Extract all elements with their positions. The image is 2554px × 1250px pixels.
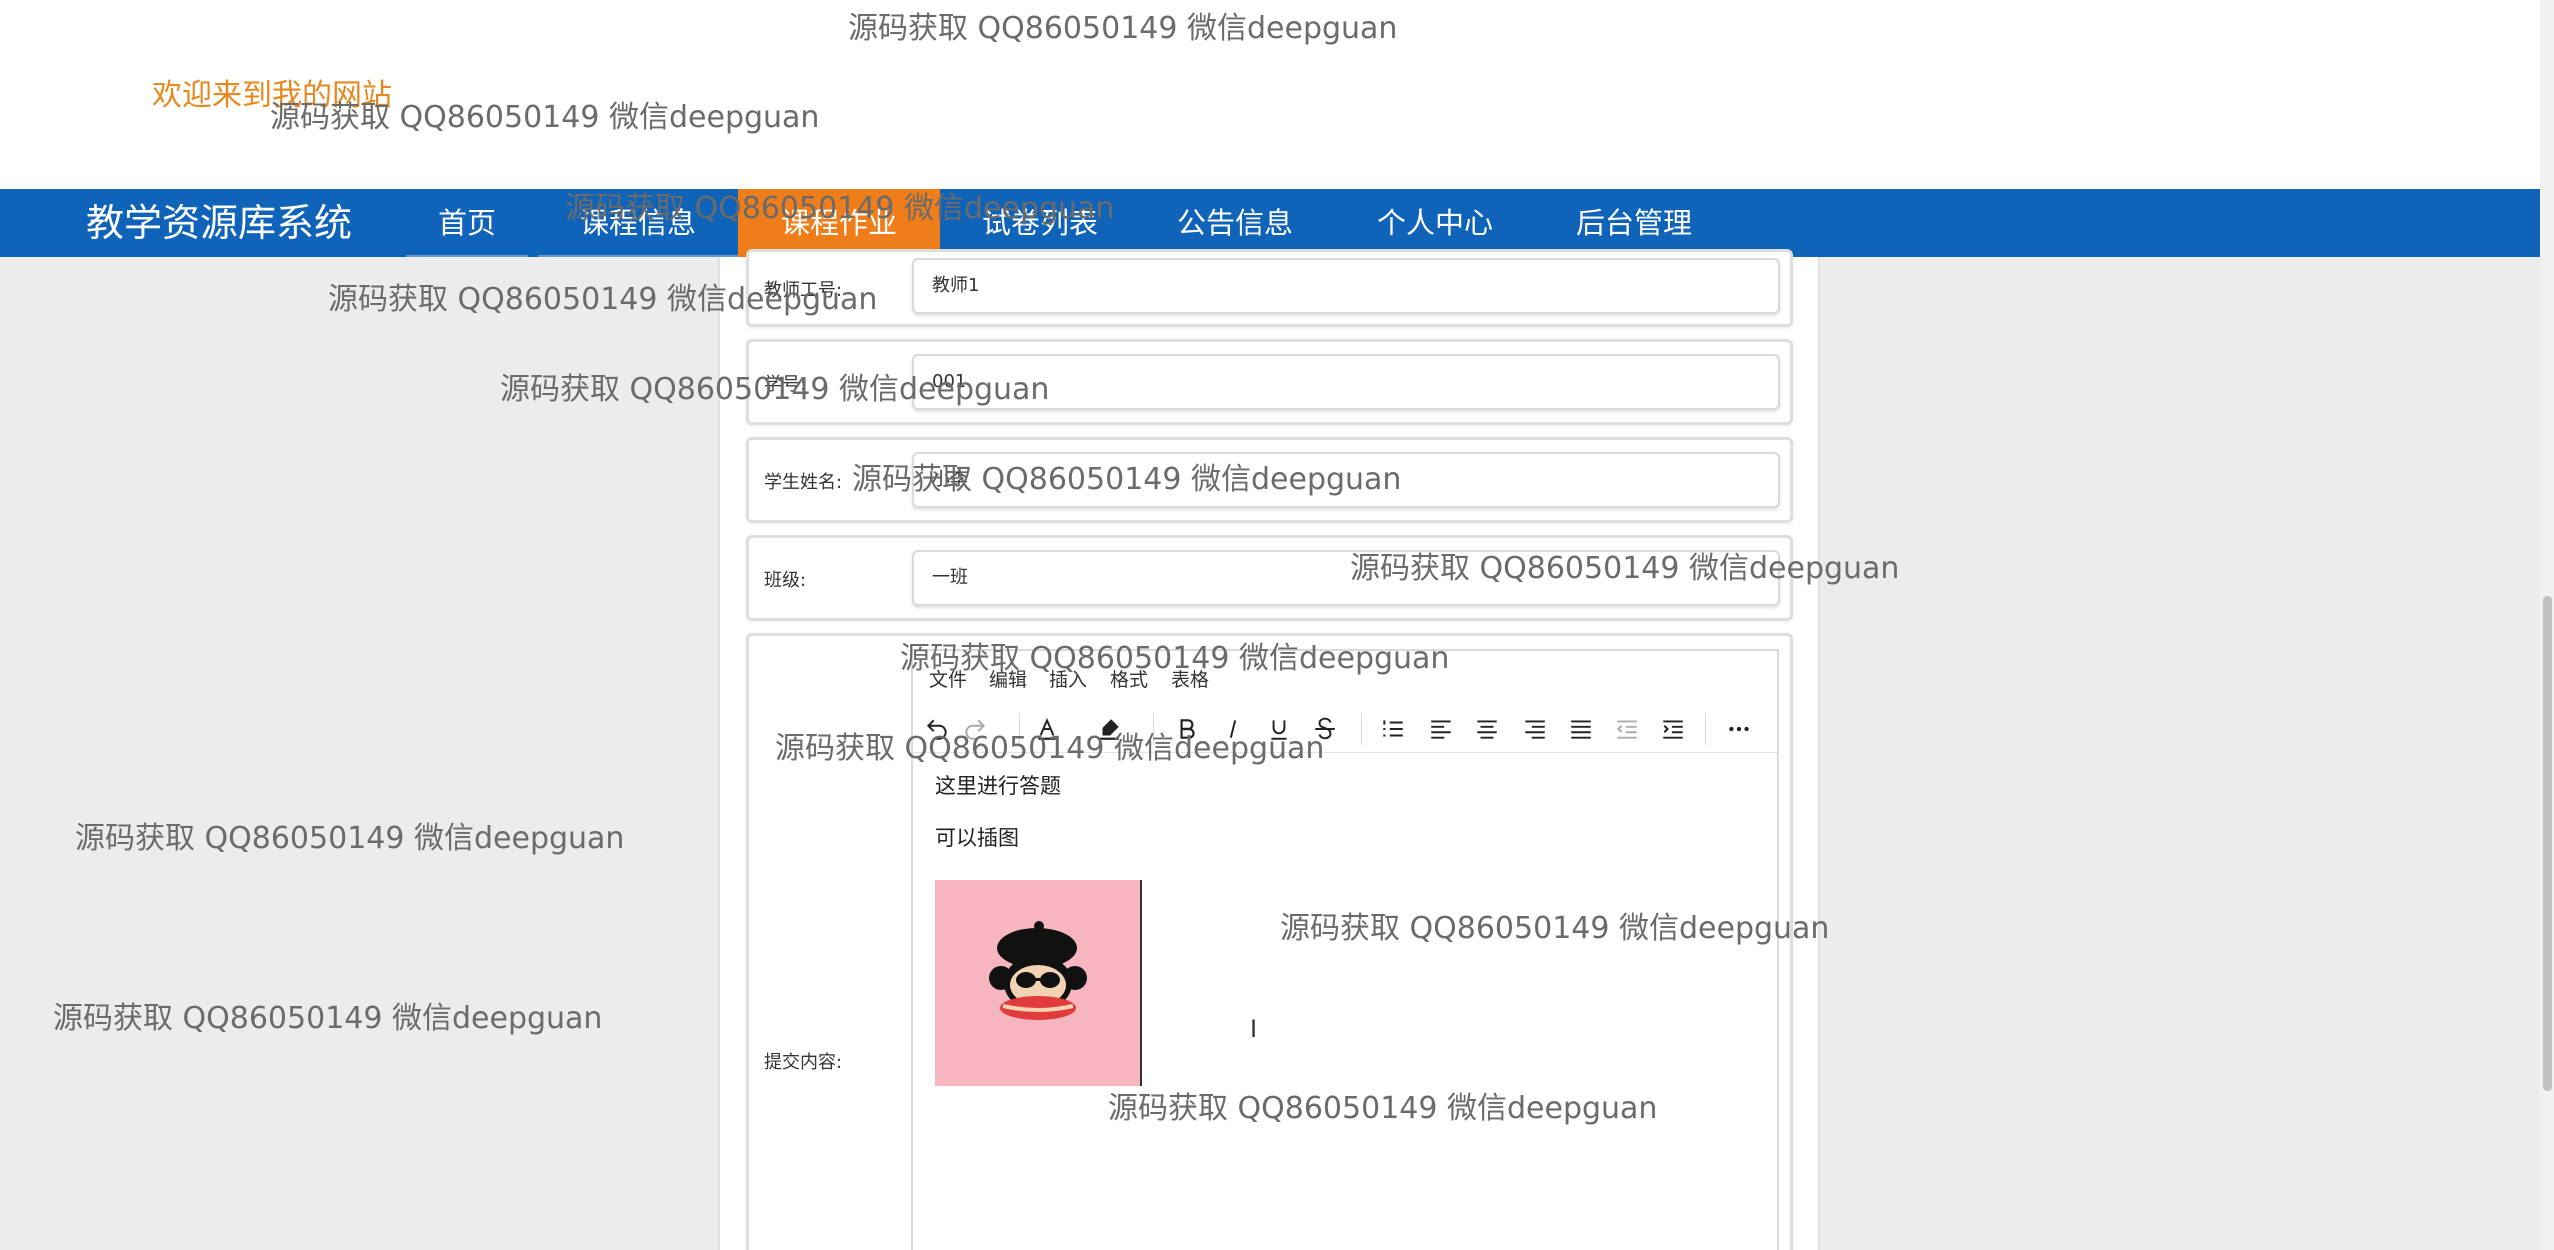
nav-item-personal-center[interactable]: 个人中心 (1336, 189, 1534, 257)
inserted-image[interactable] (935, 880, 1142, 1086)
form-row-teacher-id: 教师工号: 教师1 (746, 249, 1793, 327)
submit-content-label: 提交内容: (764, 1052, 843, 1073)
student-name-label: 学生姓名: (764, 472, 843, 493)
watermark: 源码获取 QQ86050149 微信deepguan (500, 372, 1050, 407)
watermark: 源码获取 QQ86050149 微信deepguan (270, 100, 820, 135)
align-justify-icon[interactable] (1563, 711, 1599, 747)
site-brand[interactable]: 教学资源库系统 (86, 189, 352, 257)
text-cursor-icon: I (1250, 1015, 1258, 1043)
main-navbar: 教学资源库系统 首页 课程信息 课程作业 试卷列表 公告信息 个人中心 后台管理 (0, 189, 2540, 257)
class-label: 班级: (764, 570, 807, 591)
nav-item-home[interactable]: 首页 (406, 189, 528, 257)
nav-item-admin[interactable]: 后台管理 (1534, 189, 1734, 257)
align-right-icon[interactable] (1517, 711, 1553, 747)
watermark: 源码获取 QQ86050149 微信deepguan (1280, 911, 1830, 946)
monkey-face-icon (989, 921, 1087, 1020)
watermark: 源码获取 QQ86050149 微信deepguan (852, 462, 1402, 497)
watermark: 源码获取 QQ86050149 微信deepguan (328, 282, 878, 317)
teacher-id-input[interactable]: 教师1 (912, 258, 1780, 314)
page-scrollbar-thumb[interactable] (2543, 596, 2552, 1091)
watermark: 源码获取 QQ86050149 微信deepguan (775, 731, 1325, 766)
watermark: 源码获取 QQ86050149 微信deepguan (900, 641, 1450, 676)
outdent-icon[interactable] (1609, 711, 1645, 747)
watermark: 源码获取 QQ86050149 微信deepguan (565, 191, 1115, 226)
more-icon[interactable] (1721, 711, 1757, 747)
numbered-list-icon[interactable] (1375, 711, 1411, 747)
align-left-icon[interactable] (1423, 711, 1459, 747)
watermark: 源码获取 QQ86050149 微信deepguan (75, 821, 625, 856)
nav-item-announcements[interactable]: 公告信息 (1140, 189, 1330, 257)
watermark: 源码获取 QQ86050149 微信deepguan (1350, 551, 1900, 586)
content-line-2: 可以插图 (935, 826, 1019, 850)
indent-icon[interactable] (1655, 711, 1691, 747)
content-line-1: 这里进行答题 (935, 774, 1061, 798)
watermark: 源码获取 QQ86050149 微信deepguan (848, 11, 1398, 46)
watermark: 源码获取 QQ86050149 微信deepguan (53, 1001, 603, 1036)
align-center-icon[interactable] (1469, 711, 1505, 747)
watermark: 源码获取 QQ86050149 微信deepguan (1108, 1091, 1658, 1126)
